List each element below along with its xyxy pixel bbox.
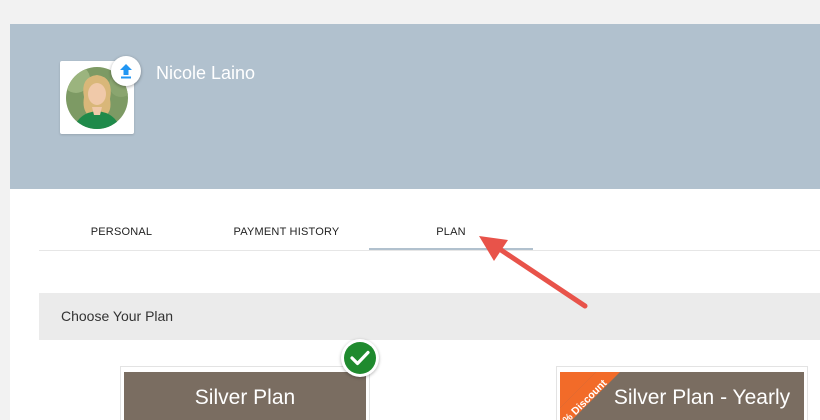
section-header: Choose Your Plan [39,293,820,340]
checkmark-icon [350,350,370,366]
plan-card-header: Silver Plan [124,372,366,420]
plan-card-silver-yearly[interactable]: 20 % Discount Silver Plan - Yearly [556,366,808,420]
tab-plan[interactable]: PLAN [369,217,533,250]
active-tab-indicator [369,248,533,250]
upload-arrow-icon [120,64,132,79]
plan-card-silver[interactable]: Silver Plan [120,366,370,420]
tab-payment-history[interactable]: PAYMENT HISTORY [204,217,369,250]
profile-tabs: PERSONAL PAYMENT HISTORY PLAN [39,217,820,251]
profile-header: Nicole Laino [10,24,820,189]
plan-title: Silver Plan - Yearly [613,386,791,409]
upload-photo-button[interactable] [111,56,141,86]
plan-card-header: 20 % Discount Silver Plan - Yearly [560,372,804,420]
selected-plan-badge [341,339,379,377]
tab-personal[interactable]: PERSONAL [39,217,204,250]
check-circle [344,342,376,374]
plan-title: Silver Plan [194,386,296,409]
section-title: Choose Your Plan [61,308,174,324]
user-name: Nicole Laino [156,63,256,83]
